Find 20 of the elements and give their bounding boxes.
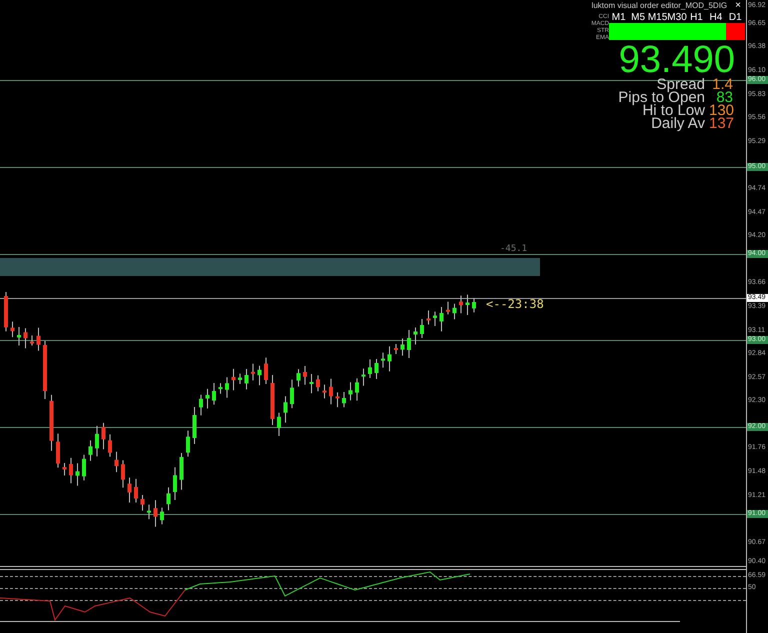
timeframe-label: H4 xyxy=(709,12,722,23)
countdown-label: <--23:38 xyxy=(486,297,544,311)
timeframe-label: M1 xyxy=(612,12,626,23)
stat-value: 137 xyxy=(709,117,733,130)
stat-label: Daily Av xyxy=(651,117,705,130)
close-button[interactable]: × xyxy=(735,1,741,11)
price-display: 93.490 xyxy=(618,42,736,78)
stat-label: Pips to Open xyxy=(618,91,705,104)
panel-title: luktom visual order editor_MOD_5DIG xyxy=(592,0,728,12)
timeframe-label: D1 xyxy=(728,12,742,23)
stat-value: 83 xyxy=(716,91,733,104)
zone-label: -45.1 xyxy=(500,243,528,256)
stat-value: 130 xyxy=(709,104,733,117)
timeframe-label: H1 xyxy=(690,12,703,23)
timeframe-label: M5 xyxy=(631,12,646,23)
timeframe-label: M30 xyxy=(667,12,687,23)
stat-value: 1.4 xyxy=(711,78,733,91)
stat-label: Spread xyxy=(656,78,705,91)
timeframe-label: M15 xyxy=(648,12,668,23)
stat-label: Hi to Low xyxy=(642,104,705,117)
